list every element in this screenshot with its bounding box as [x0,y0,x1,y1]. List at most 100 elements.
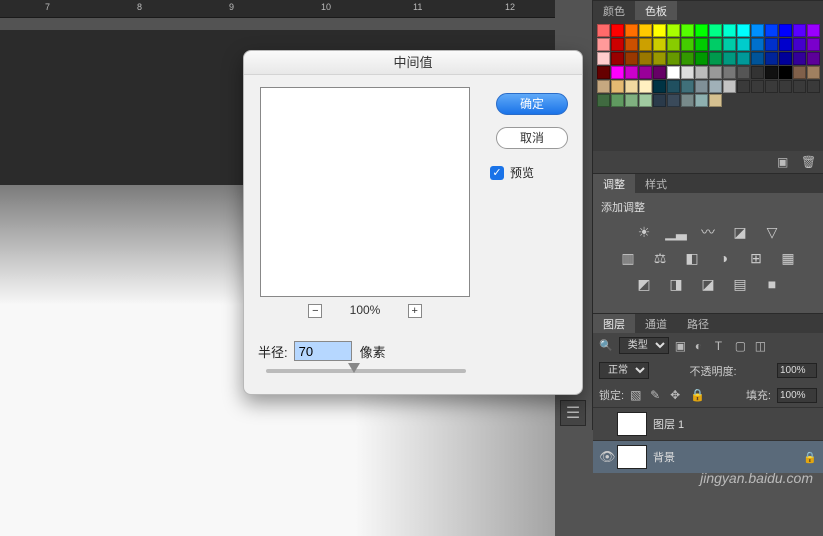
layer-item[interactable]: 👁 背景 🔒 [593,440,823,473]
swatch[interactable] [751,52,764,65]
tab-swatches[interactable]: 色板 [635,1,677,20]
swatch[interactable] [793,52,806,65]
swatch[interactable] [695,80,708,93]
swatch[interactable] [681,94,694,107]
swatch[interactable] [597,66,610,79]
zoom-in-button[interactable]: + [408,304,422,318]
swatch[interactable] [779,24,792,37]
gradient-map-icon[interactable]: ◪ [697,275,719,293]
new-swatch-icon[interactable]: ▣ [777,155,791,169]
cancel-button[interactable]: 取消 [496,127,568,149]
panel-flyout-icon[interactable]: ☰ [560,400,586,426]
swatch[interactable] [625,66,638,79]
color-lookup-icon[interactable]: ⊞ [745,249,767,267]
filter-smart-icon[interactable]: ◫ [755,339,769,353]
swatch[interactable] [709,24,722,37]
preview-checkbox-row[interactable]: ✓ 预览 [490,164,534,181]
selective-color-icon[interactable]: ▤ [729,275,751,293]
swatch[interactable] [611,80,624,93]
swatch[interactable] [765,52,778,65]
swatch[interactable] [737,52,750,65]
channel-mixer-icon[interactable]: ◧ [681,249,703,267]
swatch[interactable] [723,38,736,51]
vibrance-icon[interactable]: ▽ [761,223,783,241]
exposure-icon[interactable]: ◪ [729,223,751,241]
radius-slider[interactable] [266,369,466,373]
lock-position-icon[interactable]: ✥ [670,388,684,402]
invert-icon[interactable]: ◩ [633,275,655,293]
swatch[interactable] [779,52,792,65]
swatch[interactable] [793,66,806,79]
tab-paths[interactable]: 路径 [677,314,719,333]
swatch[interactable] [681,80,694,93]
tab-color[interactable]: 颜色 [593,1,635,20]
swatch[interactable] [709,80,722,93]
swatch[interactable] [611,66,624,79]
swatch[interactable] [723,66,736,79]
swatch[interactable] [639,38,652,51]
lock-brush-icon[interactable]: ✎ [650,388,664,402]
swatch[interactable] [639,80,652,93]
swatch[interactable] [653,38,666,51]
swatch[interactable] [667,66,680,79]
layer-thumbnail[interactable] [617,412,647,436]
swatch[interactable] [737,24,750,37]
swatch[interactable] [765,24,778,37]
swatch[interactable] [751,24,764,37]
tab-channels[interactable]: 通道 [635,314,677,333]
opacity-input[interactable] [777,363,817,378]
swatch[interactable] [695,38,708,51]
ok-button[interactable]: 确定 [496,93,568,115]
swatch[interactable] [807,80,820,93]
swatch[interactable] [611,38,624,51]
layer-thumbnail[interactable] [617,445,647,469]
swatch[interactable] [765,80,778,93]
swatch[interactable] [667,94,680,107]
layer-filter-kind[interactable]: 类型 [619,337,669,354]
swatch[interactable] [681,24,694,37]
swatch[interactable] [681,52,694,65]
swatch[interactable] [625,94,638,107]
visibility-toggle-icon[interactable]: 👁 [599,449,617,465]
filter-shape-icon[interactable]: ▢ [735,339,749,353]
swatch[interactable] [625,80,638,93]
radius-input[interactable] [294,341,352,361]
swatch[interactable] [639,52,652,65]
swatch[interactable] [625,24,638,37]
swatch[interactable] [653,94,666,107]
levels-icon[interactable]: ▁▃ [665,223,687,241]
lock-transparency-icon[interactable]: ▧ [630,388,644,402]
swatch[interactable] [625,52,638,65]
swatch[interactable] [807,38,820,51]
curves-icon[interactable]: 〰 [697,223,719,241]
swatch[interactable] [667,38,680,51]
blend-mode-select[interactable]: 正常 [599,362,649,379]
swatch[interactable] [723,52,736,65]
swatch[interactable] [779,66,792,79]
layer-item[interactable]: 图层 1 [593,407,823,440]
swatch[interactable] [597,52,610,65]
zoom-out-button[interactable]: − [308,304,322,318]
swatch[interactable] [737,66,750,79]
checkbox-checked-icon[interactable]: ✓ [490,166,504,180]
swatch[interactable] [639,94,652,107]
swatch[interactable] [611,52,624,65]
swatch[interactable] [695,94,708,107]
swatch[interactable] [723,80,736,93]
swatch[interactable] [695,52,708,65]
posterize-icon[interactable]: ▦ [777,249,799,267]
swatch[interactable] [639,66,652,79]
swatch[interactable] [709,38,722,51]
search-icon[interactable]: 🔍 [599,339,613,352]
lock-all-icon[interactable]: 🔒 [690,388,704,402]
layer-name[interactable]: 图层 1 [653,416,684,432]
swatch[interactable] [751,38,764,51]
swatch[interactable] [765,38,778,51]
swatch[interactable] [653,66,666,79]
filter-image-icon[interactable]: ▣ [675,339,689,353]
swatch[interactable] [667,24,680,37]
swatch[interactable] [807,52,820,65]
threshold-icon[interactable]: ◨ [665,275,687,293]
swatch[interactable] [779,38,792,51]
swatch[interactable] [653,80,666,93]
